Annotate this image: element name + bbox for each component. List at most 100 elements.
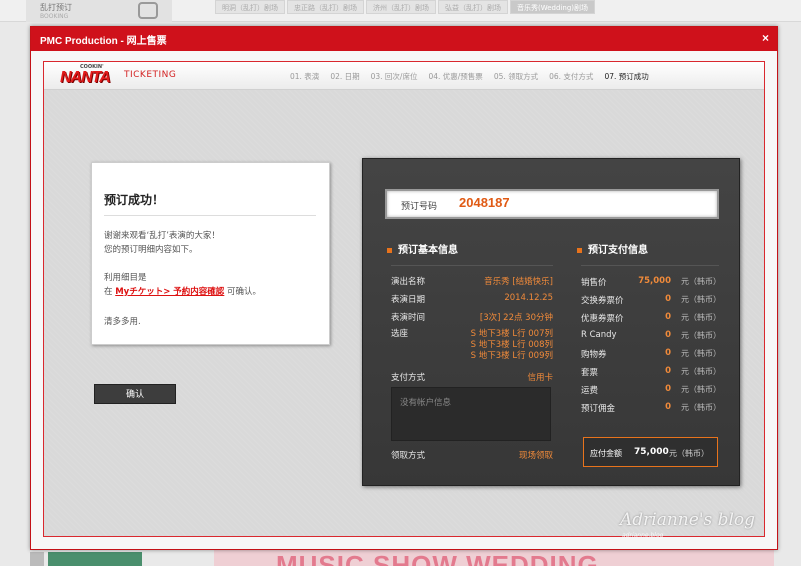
payment-info-heading: 预订支付信息 <box>577 241 648 256</box>
seat-value: S 地下3楼 L行 009列 <box>470 351 553 361</box>
show-label: 演出名称 <box>391 277 426 287</box>
total-unit: 元（韩币） <box>669 449 709 458</box>
date-value: 2014.12.25 <box>504 293 553 303</box>
paymethod-label: 支付方式 <box>391 373 426 383</box>
step-3: 03. 回次/席位 <box>370 72 418 81</box>
background-music-show-banner: MUSIC SHOW WEDDING <box>214 548 774 566</box>
account-info-box: 没有帐户信息 <box>391 387 551 441</box>
divider <box>104 215 316 216</box>
show-value: 音乐秀 [结婚快乐] <box>484 277 553 287</box>
reservation-panel: 预订号码 2048187 预订基本信息 预订支付信息 演出名称 音乐秀 [结婚快… <box>362 158 740 486</box>
background-booking-sub: BOOKING <box>40 13 69 20</box>
reservation-number-box: 预订号码 2048187 <box>385 189 719 219</box>
pay-unit: 元（韩币） <box>681 349 721 358</box>
payment-info-title: 预订支付信息 <box>588 245 648 256</box>
pay-unit: 元（韩币） <box>681 385 721 394</box>
divider <box>391 265 553 266</box>
thanks-text: 谢谢来观看‘乱打’表演的大家！ 您的预订明细内容如下。 <box>104 229 220 257</box>
success-title: 预订成功！ <box>104 193 165 207</box>
close-icon[interactable]: × <box>762 31 769 45</box>
banner-text: MUSIC SHOW WEDDING <box>276 550 599 566</box>
venue-tab-wedding[interactable]: 音乐秀(Wedding)剧场 <box>510 0 595 14</box>
my-ticket-link[interactable]: Myチケット> 予約内容確認 <box>115 287 224 297</box>
pay-unit: 元（韩币） <box>681 277 721 286</box>
basic-info-heading: 预订基本信息 <box>387 241 458 256</box>
usage-link-line: 在 Myチケット> 予約内容確認 可确认。 <box>104 285 261 299</box>
ticketing-content: COOKIN' NANTA TICKETING 01. 表演 02. 日期 03… <box>43 61 765 537</box>
usage-post: 可确认。 <box>227 287 262 297</box>
pay-row-rcandy: R Candy 0 元（韩币） <box>581 330 721 340</box>
pay-amount: 0 <box>665 366 671 376</box>
bullet-icon <box>577 247 582 253</box>
pay-row-commission: 预订佣金 0 元（韩币） <box>581 402 721 414</box>
step-7: 07. 预订成功 <box>604 72 649 81</box>
step-5: 05. 领取方式 <box>493 72 539 81</box>
pay-amount: 0 <box>665 348 671 358</box>
step-1: 01. 表演 <box>290 72 320 81</box>
step-4: 04. 优惠/预售票 <box>428 72 483 81</box>
pay-unit: 元（韩币） <box>681 313 721 322</box>
info-row-time: 表演时间 [3次] 22点 30分钟 <box>391 311 553 323</box>
clock-icon <box>138 2 158 19</box>
pay-unit: 元（韩币） <box>681 403 721 412</box>
pay-amount: 0 <box>665 402 671 412</box>
background-venue-tabs: 明洞（乱打）剧场 忠正路（乱打）剧场 济州（乱打）剧场 弘益（乱打）剧场 音乐秀… <box>215 0 597 14</box>
pay-unit: 元（韩币） <box>681 331 721 340</box>
pay-label: R Candy <box>581 330 617 340</box>
nanta-logo: COOKIN' NANTA <box>58 64 114 88</box>
usage-text: 利用细目是 在 Myチケット> 予約内容確認 可确认。 <box>104 271 261 299</box>
info-row-show: 演出名称 音乐秀 [结婚快乐] <box>391 275 553 287</box>
time-label: 表演时间 <box>391 313 426 323</box>
pay-row-sale: 销售价 75,000 元（韩币） <box>581 276 721 288</box>
blog-watermark: Adrianne's blog <box>620 510 756 530</box>
confirm-button[interactable]: 确认 <box>94 384 176 404</box>
pay-amount: 75,000 <box>638 276 671 286</box>
ticketing-header: COOKIN' NANTA TICKETING 01. 表演 02. 日期 03… <box>44 62 764 90</box>
date-label: 表演日期 <box>391 295 426 305</box>
paymethod-value: 信用卡 <box>527 373 553 383</box>
info-row-seats: 选座 S 地下3楼 L行 007列 S 地下3楼 L行 008列 S 地下3楼 … <box>391 327 553 361</box>
reservation-number: 2048187 <box>459 195 510 210</box>
seat-label: 选座 <box>391 329 409 339</box>
background-booking-title: 乱打预订 <box>40 3 72 12</box>
step-indicator: 01. 表演 02. 日期 03. 回次/席位 04. 优惠/预售票 05. 领… <box>290 71 660 82</box>
pay-unit: 元（韩币） <box>681 367 721 376</box>
pay-amount: 0 <box>665 384 671 394</box>
pay-label: 套票 <box>581 368 599 378</box>
blog-watermark-sub: adrianne.blog <box>622 532 664 539</box>
success-card: 预订成功！ 谢谢来观看‘乱打’表演的大家！ 您的预订明细内容如下。 利用细目是 … <box>91 162 330 345</box>
reservation-number-label: 预订号码 <box>401 202 438 212</box>
time-value: [3次] 22点 30分钟 <box>479 313 553 323</box>
divider <box>581 265 719 266</box>
pickup-value: 现场领取 <box>518 451 553 461</box>
venue-tab-myeongdong[interactable]: 明洞（乱打）剧场 <box>215 0 285 14</box>
logo-nanta: NANTA <box>60 69 111 86</box>
usage-line: 利用细目是 <box>104 273 147 283</box>
ticketing-modal: PMC Production - 网上售票 × COOKIN' NANTA TI… <box>30 26 778 550</box>
venue-tab-chungjeongno[interactable]: 忠正路（乱打）剧场 <box>287 0 364 14</box>
step-6: 06. 支付方式 <box>549 72 594 81</box>
pay-label: 交换券票价 <box>581 296 624 306</box>
pay-label: 优惠券票价 <box>581 314 624 324</box>
modal-title: PMC Production - 网上售票 <box>40 36 167 47</box>
venue-tab-jeju[interactable]: 济州（乱打）剧场 <box>366 0 436 14</box>
pickup-label: 领取方式 <box>391 451 426 461</box>
venue-tab-hongdae[interactable]: 弘益（乱打）剧场 <box>438 0 508 14</box>
background-banner-green <box>48 552 142 566</box>
pay-row-shipping: 运费 0 元（韩币） <box>581 384 721 396</box>
pay-unit: 元（韩币） <box>681 295 721 304</box>
total-amount-box: 应付金额 75,000 元（韩币） <box>583 437 718 467</box>
background-thumb <box>30 552 44 566</box>
pay-row-package: 套票 0 元（韩币） <box>581 366 721 378</box>
details-line: 您的预订明细内容如下。 <box>104 245 198 255</box>
background-booking-label: 乱打预订 BOOKING <box>40 3 72 21</box>
bullet-icon <box>387 247 392 253</box>
basic-info-title: 预订基本信息 <box>398 245 458 256</box>
thanks-line: 谢谢来观看‘乱打’表演的大家！ <box>104 231 220 241</box>
pay-row-coupon: 优惠券票价 0 元（韩币） <box>581 312 721 324</box>
pay-row-voucher: 购物券 0 元（韩币） <box>581 348 721 360</box>
modal-titlebar: PMC Production - 网上售票 × <box>31 27 777 51</box>
closing-text: 清多多用. <box>104 317 141 327</box>
pay-label: 运费 <box>581 386 599 396</box>
pay-row-exchange: 交换券票价 0 元（韩币） <box>581 294 721 306</box>
